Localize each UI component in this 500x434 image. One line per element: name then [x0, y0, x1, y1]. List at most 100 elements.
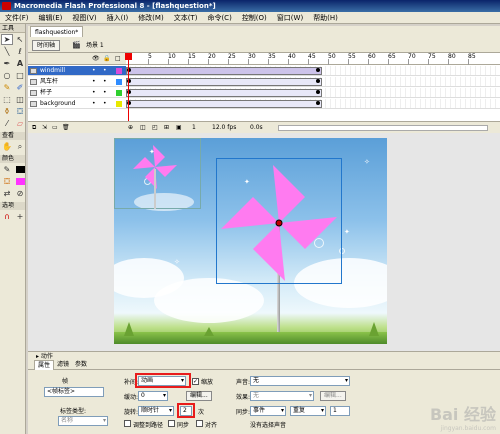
repeat-count-input[interactable]: 1 [330, 406, 350, 416]
smooth-icon[interactable]: + [14, 211, 26, 222]
tab-parameters[interactable]: 参数 [72, 360, 90, 370]
sync-checkbox[interactable] [168, 420, 175, 427]
rotate-select[interactable]: 顺时针 [138, 406, 174, 416]
brush-icon[interactable]: ✐ [14, 82, 26, 93]
layer-toggle-dot[interactable]: • [92, 99, 96, 109]
layer-toggle-dot[interactable]: • [103, 66, 107, 76]
frame-name-input[interactable]: <帧标签> [44, 387, 104, 397]
options-section-label: 选项 [0, 202, 25, 210]
frame-row[interactable] [126, 66, 500, 76]
zoom-icon[interactable]: ⌕ [14, 141, 26, 152]
layer-toggle-dot[interactable]: • [103, 99, 107, 109]
layer-row[interactable]: windmill • • [28, 66, 126, 76]
fill-color-icon[interactable]: ⛋ [1, 176, 13, 187]
menu-insert[interactable]: 插入(I) [102, 12, 134, 24]
lock-icon[interactable]: 🔒 [103, 55, 110, 62]
no-color-icon[interactable]: ⊘ [14, 188, 26, 199]
stage[interactable]: ✦ ✦ ✦ ✧ ✧ [114, 138, 387, 344]
scene-label[interactable]: 场景 1 [86, 40, 104, 51]
rect-icon[interactable]: □ [14, 70, 26, 81]
frame-span[interactable] [126, 100, 322, 108]
keyframe[interactable] [316, 101, 320, 105]
inkbottle-icon[interactable]: ⚱ [1, 106, 13, 117]
layer-toggle-dot[interactable]: • [92, 77, 96, 87]
ruler-tick [448, 59, 449, 65]
menu-view[interactable]: 视图(V) [67, 12, 101, 24]
big-windmill-symbol[interactable] [216, 158, 342, 284]
sync-mode-select[interactable]: 事件 [250, 406, 286, 416]
layer-icon [30, 79, 37, 85]
ease-input[interactable]: 0 [138, 391, 168, 401]
hand-icon[interactable]: ✋ [1, 141, 13, 152]
freetransform-icon[interactable]: ⬚ [1, 94, 13, 105]
keyframe[interactable] [316, 68, 320, 72]
pencil-icon[interactable]: ✎ [1, 82, 13, 93]
frame-row[interactable] [126, 99, 500, 109]
sound-select[interactable]: 无 [250, 376, 350, 386]
oval-icon[interactable]: ○ [1, 70, 13, 81]
effect-select[interactable]: 无 [250, 391, 314, 401]
line-icon[interactable]: ╲ [1, 46, 13, 57]
ruler-tick [288, 59, 289, 65]
menu-help[interactable]: 帮助(H) [308, 12, 343, 24]
layer-toggle-dot[interactable]: • [92, 88, 96, 98]
eraser-icon[interactable]: ▱ [14, 118, 26, 129]
stroke-swatch[interactable] [14, 164, 26, 175]
arrow-icon[interactable]: ➤ [1, 34, 13, 45]
frame-span[interactable] [126, 89, 322, 97]
layer-toggle-dot[interactable]: • [103, 77, 107, 87]
layer-outline-color[interactable] [116, 68, 122, 74]
label-type-select[interactable]: 名称 [58, 416, 108, 426]
document-tab[interactable]: flashquestion* [30, 26, 84, 37]
frame-ruler[interactable]: 1510152025303540455055606570758085 [126, 53, 500, 65]
subselect-icon[interactable]: ↖ [14, 34, 26, 45]
layer-outline-color[interactable] [116, 79, 122, 85]
menu-control[interactable]: 控制(O) [237, 12, 272, 24]
layer-row[interactable]: 风车杆 • • [28, 77, 126, 87]
sound-edit-button[interactable]: 编辑... [320, 391, 346, 401]
repeat-select[interactable]: 重复 [290, 406, 326, 416]
text-icon[interactable]: A [14, 58, 26, 69]
swap-colors-icon[interactable]: ⇄ [1, 188, 13, 199]
orient-to-path-checkbox[interactable] [124, 420, 131, 427]
layer-outline-color[interactable] [116, 90, 122, 96]
actions-panel-header[interactable]: ▸ 动作 [28, 351, 500, 360]
paintbucket-icon[interactable]: ⛋ [14, 106, 26, 117]
menu-file[interactable]: 文件(F) [0, 12, 34, 24]
menu-text[interactable]: 文本(T) [169, 12, 203, 24]
small-windmill-symbol[interactable] [114, 138, 201, 209]
menu-commands[interactable]: 命令(C) [202, 12, 236, 24]
frame-row[interactable] [126, 88, 500, 98]
pen-icon[interactable]: ✒ [1, 58, 13, 69]
menu-modify[interactable]: 修改(M) [133, 12, 169, 24]
snap-magnet-icon[interactable]: ∩ [1, 211, 13, 222]
ruler-tick [148, 59, 149, 65]
layer-row[interactable]: background • • [28, 99, 126, 109]
keyframe[interactable] [316, 79, 320, 83]
timeline-toggle-button[interactable]: 时间轴 [32, 40, 61, 51]
scale-checkbox[interactable]: ✓ [192, 378, 199, 385]
tween-edit-button[interactable]: 编辑... [186, 391, 212, 401]
stroke-color-icon[interactable]: ✎ [1, 164, 13, 175]
playhead-handle[interactable] [125, 53, 132, 60]
layer-outline-color[interactable] [116, 101, 122, 107]
menu-window[interactable]: 窗口(W) [272, 12, 308, 24]
outline-icon[interactable]: □ [115, 55, 121, 62]
frame-span[interactable] [126, 78, 322, 86]
snap-checkbox[interactable] [196, 420, 203, 427]
lasso-icon[interactable]: ℓ [14, 46, 26, 57]
fill-swatch[interactable] [14, 176, 26, 187]
frame-span[interactable] [126, 67, 322, 75]
layer-row[interactable]: 杯子 • • [28, 88, 126, 98]
eyedropper-icon[interactable]: ⁄ [1, 118, 13, 129]
frame-row[interactable] [126, 77, 500, 87]
stage-area[interactable]: ✦ ✦ ✦ ✧ ✧ [28, 133, 500, 351]
tab-filters[interactable]: 滤镜 [54, 360, 72, 370]
layer-toggle-dot[interactable]: • [103, 88, 107, 98]
layer-toggle-dot[interactable]: • [92, 66, 96, 76]
menu-edit[interactable]: 编辑(E) [34, 12, 68, 24]
eye-icon[interactable]: 👁 [92, 55, 100, 62]
keyframe[interactable] [316, 90, 320, 94]
fill-transform-icon[interactable]: ◫ [14, 94, 26, 105]
timeline-hscroll[interactable] [278, 125, 488, 131]
